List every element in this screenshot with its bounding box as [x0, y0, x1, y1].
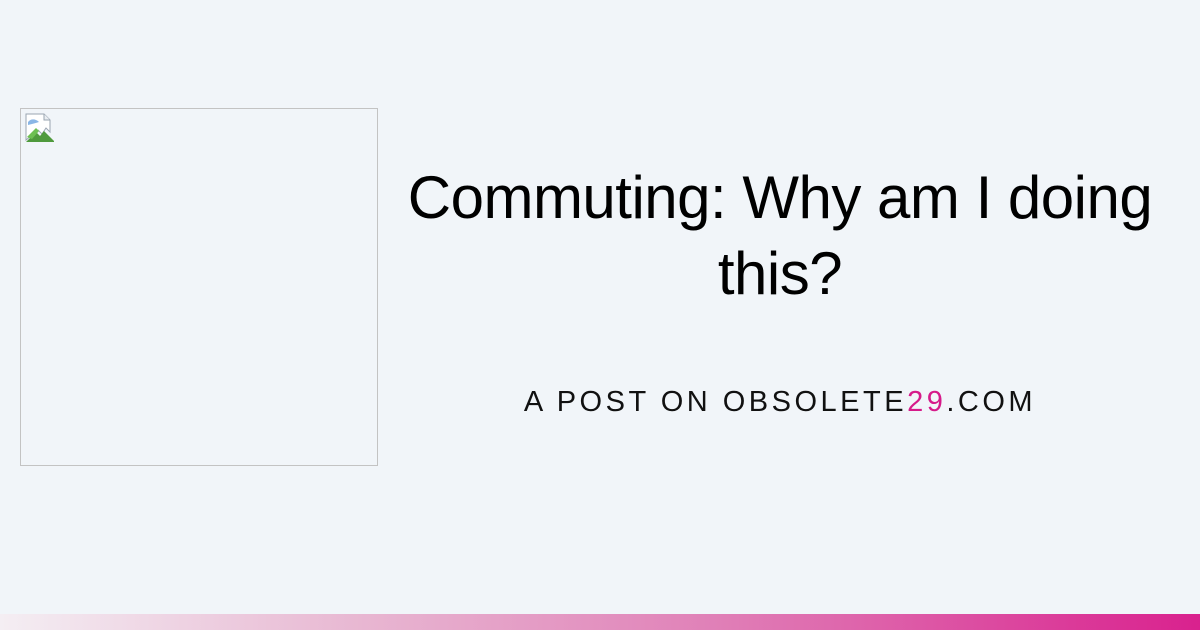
broken-image-icon [25, 113, 54, 142]
gradient-accent-bar [0, 614, 1200, 630]
social-share-card: Commuting: Why am I doing this? A POST O… [0, 0, 1200, 630]
site-line-accent: 29 [907, 386, 947, 418]
post-title: Commuting: Why am I doing this? [407, 164, 1153, 307]
post-image-placeholder [20, 108, 378, 466]
post-site-line: A POST ON OBSOLETE29.COM [378, 386, 1182, 419]
post-text-block: Commuting: Why am I doing this? A POST O… [378, 160, 1182, 419]
site-line-prefix: A POST ON OBSOLETE [523, 386, 908, 418]
site-line-suffix: .COM [946, 386, 1037, 418]
